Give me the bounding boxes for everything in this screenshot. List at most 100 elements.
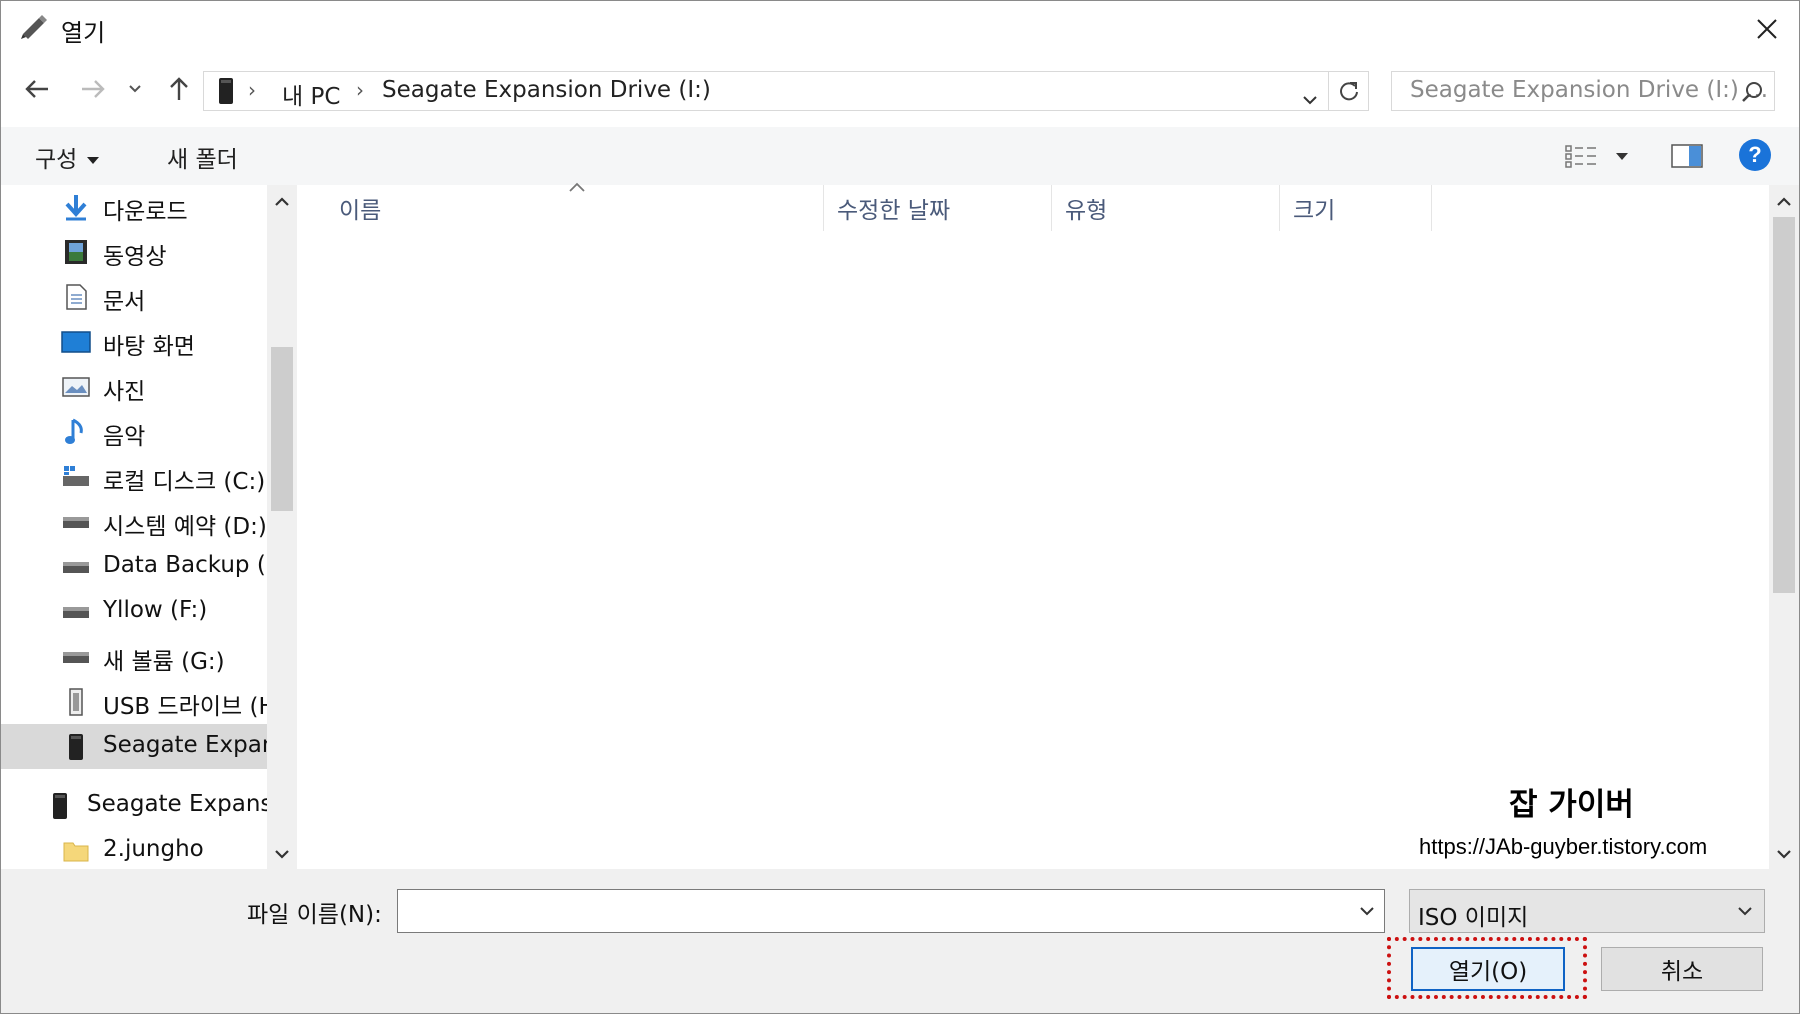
- folder-icon: [61, 836, 91, 866]
- forward-arrow-icon: [82, 80, 105, 98]
- pen-icon: [19, 15, 49, 41]
- preview-pane-button[interactable]: [1667, 139, 1707, 173]
- up-button[interactable]: [161, 71, 197, 107]
- scroll-thumb[interactable]: [1773, 217, 1795, 593]
- sidebar-item-label: 동영상: [103, 244, 167, 270]
- sidebar-item-videos[interactable]: 동영상: [1, 229, 267, 274]
- close-icon: [1757, 19, 1777, 39]
- breadcrumb-separator: ›: [248, 78, 256, 102]
- new-folder-button[interactable]: 새 폴더: [167, 140, 238, 174]
- filename-history-dropdown[interactable]: [1354, 898, 1380, 924]
- refresh-button[interactable]: [1329, 71, 1369, 111]
- sidebar-item-local-disk-c[interactable]: 로컬 디스크 (C:): [1, 454, 267, 499]
- chevron-down-icon: [275, 850, 289, 859]
- organize-label: 구성: [35, 147, 78, 173]
- column-header-type[interactable]: 유형: [1065, 185, 1275, 231]
- usb-drive-icon: [61, 687, 91, 717]
- sidebar-item-drive-f[interactable]: Yllow (F:): [1, 589, 267, 634]
- help-button[interactable]: ?: [1739, 139, 1771, 171]
- watermark-title: 잡 가이버: [1509, 787, 1634, 823]
- title-bar: 열기: [1, 1, 1799, 57]
- view-options-dropdown[interactable]: [1607, 139, 1637, 173]
- file-list-scrollbar[interactable]: [1769, 185, 1799, 869]
- sidebar-item-label: 시스템 예약 (D:): [103, 514, 267, 540]
- dropdown-arrow-icon: [87, 157, 100, 164]
- command-bar: 구성 새 폴더 ?: [1, 127, 1799, 185]
- help-icon: ?: [1748, 142, 1762, 167]
- breadcrumb-current-drive[interactable]: Seagate Expansion Drive (I:): [382, 77, 711, 103]
- scroll-thumb[interactable]: [271, 347, 293, 511]
- document-icon: [61, 282, 91, 312]
- column-header-label: 유형: [1065, 198, 1108, 224]
- sidebar-item-label: 로컬 디스크 (C:): [103, 469, 266, 495]
- search-icon[interactable]: [1740, 80, 1764, 104]
- address-bar[interactable]: › 내 PC › Seagate Expansion Drive (I:): [203, 71, 1329, 111]
- filename-input[interactable]: [397, 889, 1385, 933]
- search-box[interactable]: Seagate Expansion Drive (I:) ...: [1391, 71, 1775, 111]
- details-view-icon: [1565, 145, 1596, 168]
- sidebar-item-music[interactable]: 음악: [1, 409, 267, 454]
- navigation-scrollbar[interactable]: [267, 185, 297, 869]
- column-divider[interactable]: [1431, 185, 1432, 231]
- column-divider[interactable]: [1051, 185, 1052, 231]
- scroll-up-button[interactable]: [267, 189, 297, 215]
- cancel-button[interactable]: 취소: [1601, 947, 1763, 991]
- column-header-label: 크기: [1293, 198, 1336, 224]
- file-type-filter[interactable]: ISO 이미지: [1409, 889, 1765, 933]
- organize-menu-button[interactable]: 구성: [35, 140, 100, 174]
- column-header-size[interactable]: 크기: [1293, 185, 1423, 231]
- change-view-button[interactable]: [1561, 139, 1601, 173]
- sidebar-item-label: 사진: [103, 379, 146, 405]
- sidebar-item-seagate-drive-i[interactable]: Seagate Expansion Drive (I:): [1, 724, 267, 769]
- scroll-down-button[interactable]: [1769, 841, 1799, 867]
- sidebar-item-desktop[interactable]: 바탕 화면: [1, 319, 267, 364]
- chevron-down-icon: [1303, 96, 1317, 105]
- file-type-dropdown-arrow[interactable]: [1732, 898, 1758, 924]
- sidebar-item-drive-e[interactable]: Data Backup (E:): [1, 544, 267, 589]
- sidebar-item-label: 2.jungho: [103, 836, 204, 862]
- close-button[interactable]: [1735, 1, 1799, 57]
- address-history-dropdown[interactable]: [1296, 80, 1324, 120]
- chevron-up-icon: [1777, 197, 1791, 206]
- column-divider[interactable]: [1279, 185, 1280, 231]
- external-drive-icon: [45, 791, 75, 821]
- external-drive-icon: [61, 732, 91, 762]
- sidebar-item-usb-drive-h[interactable]: USB 드라이브 (H:): [1, 679, 267, 724]
- column-header-date-modified[interactable]: 수정한 날짜: [837, 185, 1047, 231]
- drive-icon: [61, 597, 91, 627]
- sidebar-item-label: Seagate Expansion Drive (I:): [87, 791, 267, 817]
- up-arrow-icon: [170, 77, 188, 100]
- chevron-down-icon: [129, 85, 141, 93]
- forward-button[interactable]: [75, 71, 111, 107]
- file-list[interactable]: 이름 수정한 날짜 유형 크기: [299, 182, 1769, 869]
- scroll-down-button[interactable]: [267, 841, 297, 867]
- column-header-label: 이름: [339, 198, 382, 224]
- sidebar-item-drive-d[interactable]: 시스템 예약 (D:): [1, 499, 267, 544]
- picture-icon: [61, 372, 91, 402]
- desktop-icon: [61, 327, 91, 357]
- sidebar-item-folder-2-jungho[interactable]: 2.jungho: [1, 828, 267, 869]
- drive-icon: [61, 642, 91, 672]
- sidebar-item-documents[interactable]: 문서: [1, 274, 267, 319]
- column-header-label: 수정한 날짜: [837, 198, 951, 224]
- music-icon: [61, 417, 91, 447]
- drive-icon: [61, 507, 91, 537]
- back-arrow-icon: [25, 80, 48, 98]
- sidebar-item-downloads[interactable]: 다운로드: [1, 185, 267, 229]
- sidebar-item-label: 다운로드: [103, 199, 188, 225]
- back-button[interactable]: [19, 71, 55, 107]
- scroll-up-button[interactable]: [1769, 189, 1799, 215]
- recent-locations-button[interactable]: [123, 71, 147, 107]
- sidebar-item-label: Yllow (F:): [103, 597, 208, 623]
- external-drive-icon: [218, 77, 234, 105]
- sidebar-item-label: 바탕 화면: [103, 334, 195, 360]
- sidebar-item-seagate-drive-root[interactable]: Seagate Expansion Drive (I:): [1, 783, 267, 828]
- sidebar-item-label: Data Backup (E:): [103, 552, 267, 578]
- search-placeholder: Seagate Expansion Drive (I:) ...: [1410, 77, 1769, 103]
- sidebar-item-drive-g[interactable]: 새 볼륨 (G:): [1, 634, 267, 679]
- column-divider[interactable]: [823, 185, 824, 231]
- sidebar-item-pictures[interactable]: 사진: [1, 364, 267, 409]
- column-header-name[interactable]: 이름: [339, 185, 819, 231]
- open-file-dialog: 열기 › 내 PC › Seagate Expansion Drive (I:)…: [0, 0, 1800, 1014]
- breadcrumb-my-pc[interactable]: 내 PC: [282, 77, 340, 111]
